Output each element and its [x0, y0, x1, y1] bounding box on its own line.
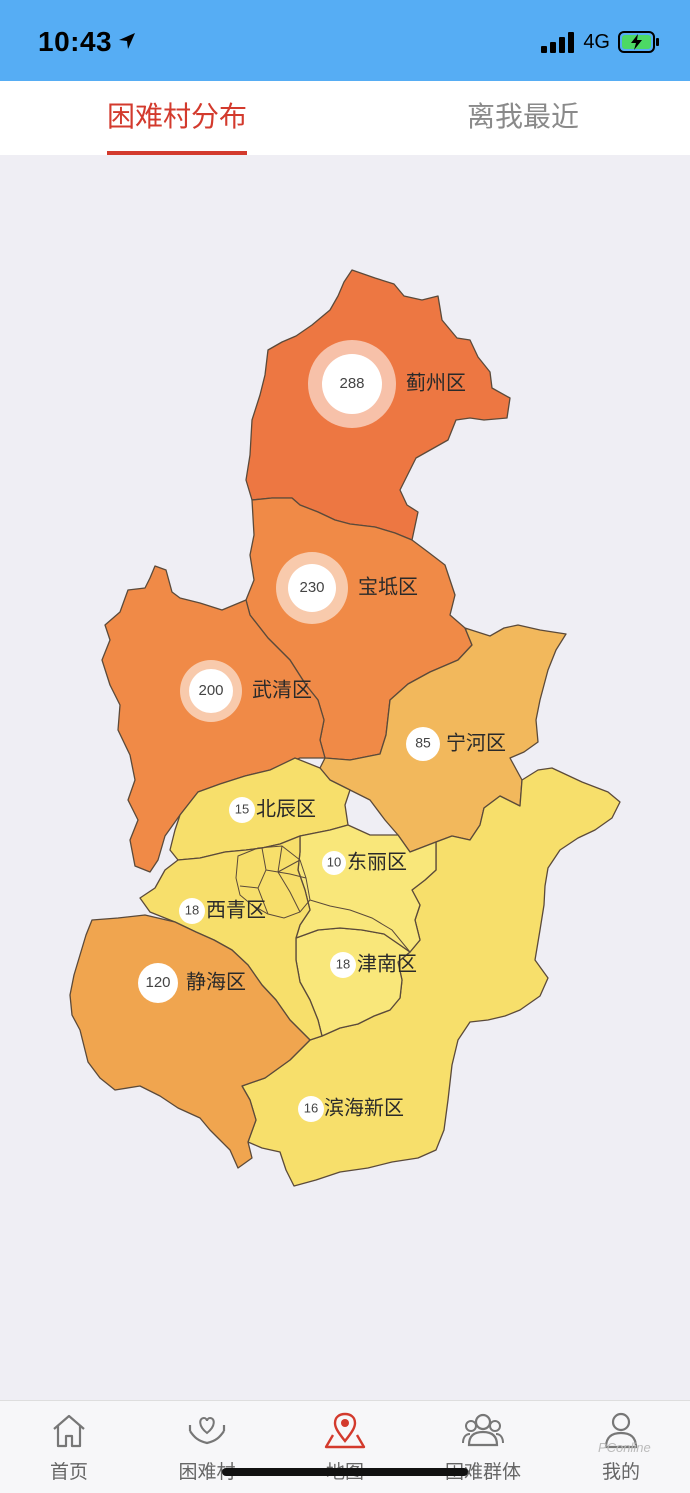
- battery-charging-icon: [618, 31, 659, 53]
- tab-bar: 困难村分布 离我最近: [0, 81, 690, 155]
- name-jinnan: 津南区: [357, 952, 417, 976]
- marker-beichen[interactable]: 15 北辰区: [229, 797, 316, 824]
- count-jinghai: 120: [145, 974, 170, 991]
- watermark: PConline: [598, 1440, 651, 1455]
- district-map[interactable]: 288 蓟州区 230 宝坻区 200 武清区 85 宁河区 15 北辰区 10…: [0, 155, 690, 1400]
- home-indicator[interactable]: [222, 1468, 468, 1476]
- name-jizhou: 蓟州区: [406, 371, 466, 395]
- count-baodi: 230: [299, 579, 324, 596]
- count-dongli: 10: [327, 854, 341, 869]
- name-binhai: 滨海新区: [324, 1096, 404, 1120]
- network-type: 4G: [583, 30, 610, 53]
- count-wuqing: 200: [198, 682, 223, 699]
- group-icon: [423, 1411, 543, 1451]
- name-dongli: 东丽区: [347, 850, 407, 874]
- count-beichen: 15: [235, 801, 249, 816]
- marker-jinnan[interactable]: 18 津南区: [330, 952, 417, 979]
- marker-dongli[interactable]: 10 东丽区: [322, 850, 407, 876]
- status-time: 10:43: [38, 26, 113, 57]
- name-wuqing: 武清区: [252, 678, 312, 702]
- nav-home[interactable]: 首页: [9, 1401, 129, 1493]
- nav-map[interactable]: 地图: [285, 1401, 405, 1493]
- tab-nearest-to-me[interactable]: 离我最近: [467, 81, 579, 155]
- nav-mine-label: 我的: [601, 1461, 640, 1483]
- nav-difficult-village[interactable]: 困难村: [147, 1401, 267, 1493]
- name-jinghai: 静海区: [186, 970, 246, 994]
- nav-home-label: 首页: [49, 1461, 88, 1483]
- name-beichen: 北辰区: [256, 797, 316, 821]
- count-binhai: 16: [304, 1100, 318, 1115]
- status-bar: 10:43 4G: [0, 0, 690, 81]
- bottom-nav: 首页 困难村 地图 困难群体 我的: [0, 1400, 690, 1493]
- name-baodi: 宝坻区: [358, 575, 418, 599]
- signal-icon: [541, 32, 575, 53]
- nav-difficult-groups[interactable]: 困难群体: [423, 1401, 543, 1493]
- name-ninghe: 宁河区: [446, 731, 506, 755]
- count-jizhou: 288: [339, 375, 364, 392]
- name-xiqing: 西青区: [206, 898, 266, 922]
- location-arrow-icon: [119, 33, 135, 49]
- marker-binhai[interactable]: 16 滨海新区: [298, 1096, 404, 1123]
- home-icon: [9, 1411, 129, 1451]
- tab-difficult-village-distribution[interactable]: 困难村分布: [107, 81, 248, 155]
- count-xiqing: 18: [185, 902, 199, 917]
- count-ninghe: 85: [415, 735, 431, 751]
- count-jinnan: 18: [336, 956, 350, 971]
- map-pin-icon: [285, 1411, 405, 1451]
- marker-xiqing[interactable]: 18 西青区: [179, 898, 266, 925]
- village-care-icon: [147, 1411, 267, 1451]
